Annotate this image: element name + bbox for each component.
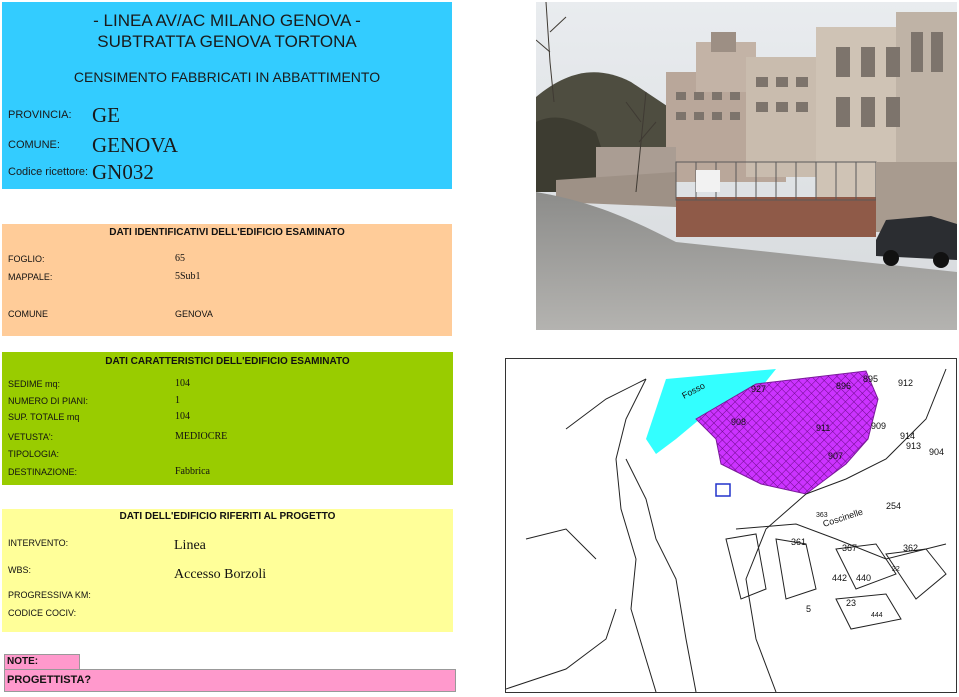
site-map: Fosso Coscinelle 895 896 912 927 908 911…	[505, 358, 957, 693]
identification-panel: DATI IDENTIFICATIVI DELL'EDIFICIO ESAMIN…	[2, 224, 452, 336]
map-label-362: 362	[903, 543, 918, 553]
title-line-2: SUBTRATTA GENOVA TORTONA	[97, 32, 357, 51]
project-title: DATI DELL'EDIFICIO RIFERITI AL PROGETTO	[119, 511, 336, 522]
map-label-22: 22	[892, 566, 900, 573]
progressiva-label: PROGRESSIVA KM:	[8, 590, 91, 600]
note-label: NOTE:	[7, 656, 39, 667]
intervento-value: Linea	[174, 538, 206, 553]
map-label-907: 907	[828, 451, 843, 461]
sedime-label: SEDIME mq:	[8, 379, 61, 389]
page-subtitle: CENSIMENTO FABBRICATI IN ABBATTIMENTO	[73, 69, 381, 85]
map-label-442: 442	[832, 573, 847, 583]
map-label-904: 904	[929, 447, 944, 457]
characteristics-title: DATI CARATTERISTICI DELL'EDIFICIO ESAMIN…	[105, 356, 350, 367]
map-label-909: 909	[871, 421, 886, 431]
piani-value: 1	[175, 395, 180, 406]
codice-cociv-label: CODICE COCIV:	[8, 608, 77, 618]
note-box: NOTE:	[4, 654, 80, 670]
destinazione-label: DESTINAZIONE:	[8, 467, 78, 477]
progettista-box: PROGETTISTA?	[4, 669, 456, 692]
comune-label-2: COMUNE	[8, 309, 48, 319]
building-photo	[536, 2, 957, 330]
wbs-label: WBS:	[8, 565, 32, 575]
map-label-896: 896	[836, 381, 851, 391]
sup-totale-value: 104	[175, 411, 190, 422]
map-label-912: 912	[898, 378, 913, 388]
map-label-361: 361	[791, 537, 806, 547]
comune-label: COMUNE:	[8, 139, 60, 151]
piani-label: NUMERO DI PIANI:	[8, 396, 89, 406]
codice-ricettore-label: Codice ricettore:	[8, 166, 89, 178]
wbs-value: Accesso Borzoli	[174, 567, 267, 582]
map-label-927: 927	[751, 384, 766, 394]
map-label-367: 367	[842, 543, 857, 553]
building-marker	[715, 483, 731, 497]
codice-ricettore-value: GN032	[92, 160, 154, 184]
identification-title: DATI IDENTIFICATIVI DELL'EDIFICIO ESAMIN…	[109, 227, 345, 238]
map-label-895: 895	[863, 374, 878, 384]
intervento-label: INTERVENTO:	[8, 538, 69, 548]
comune-value-2: GENOVA	[175, 309, 213, 319]
foglio-label: FOGLIO:	[8, 254, 45, 264]
map-label-coscinelle: Coscinelle	[822, 507, 865, 529]
map-label-5: 5	[806, 604, 811, 614]
tipologia-label: TIPOLOGIA:	[8, 449, 60, 459]
provincia-label: PROVINCIA:	[8, 109, 72, 121]
progettista-label: PROGETTISTA?	[7, 674, 92, 686]
mappale-label: MAPPALE:	[8, 272, 53, 282]
cadastral-map-drawing: Fosso Coscinelle 895 896 912 927 908 911…	[505, 368, 947, 693]
map-label-444: 444	[871, 612, 883, 619]
header-panel: - LINEA AV/AC MILANO GENOVA - SUBTRATTA …	[2, 2, 452, 189]
title-line-1: - LINEA AV/AC MILANO GENOVA -	[93, 11, 361, 30]
mappale-value: 5Sub1	[175, 271, 201, 282]
foglio-value: 65	[175, 253, 185, 264]
characteristics-panel: DATI CARATTERISTICI DELL'EDIFICIO ESAMIN…	[2, 352, 453, 485]
map-label-440: 440	[856, 573, 871, 583]
map-label-914: 914	[900, 431, 915, 441]
vetusta-value: MEDIOCRE	[175, 431, 228, 442]
destinazione-value: Fabbrica	[175, 466, 210, 477]
sedime-value: 104	[175, 378, 190, 389]
vetusta-label: VETUSTA':	[8, 432, 54, 442]
map-label-913: 913	[906, 441, 921, 451]
map-label-254: 254	[886, 501, 901, 511]
sup-totale-label: SUP. TOTALE mq	[8, 412, 80, 422]
map-label-908: 908	[731, 417, 746, 427]
map-label-363: 363	[816, 512, 828, 519]
project-panel: DATI DELL'EDIFICIO RIFERITI AL PROGETTO …	[2, 509, 453, 632]
map-label-23: 23	[846, 598, 856, 608]
provincia-value: GE	[92, 103, 120, 127]
comune-value: GENOVA	[92, 133, 178, 157]
map-label-911: 911	[816, 423, 830, 433]
